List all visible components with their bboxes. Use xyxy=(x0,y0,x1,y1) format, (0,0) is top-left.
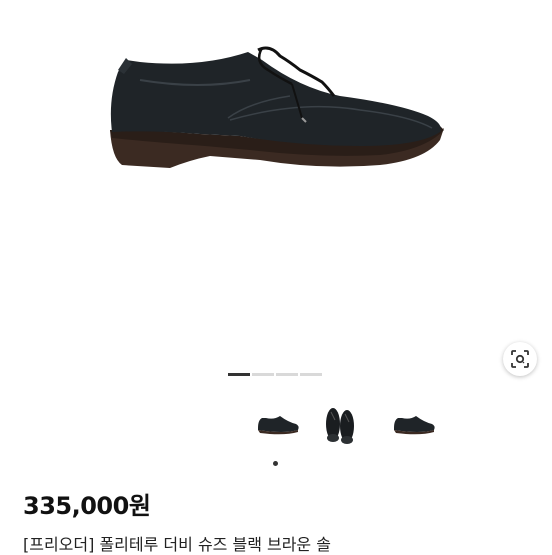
image-search-lens-icon xyxy=(511,350,529,368)
pager-dot-3[interactable] xyxy=(276,373,298,376)
product-title: [프리오더] 폴리테루 더비 슈즈 블랙 브라운 솔 xyxy=(23,535,331,554)
thumbnail-indicator-dot xyxy=(273,461,278,466)
shoe-side-thumbnail-2[interactable] xyxy=(390,406,440,446)
image-search-button[interactable] xyxy=(503,342,537,376)
image-pager xyxy=(228,373,322,376)
shoe-side-thumbnail[interactable] xyxy=(254,406,304,446)
thumbnail-strip xyxy=(240,396,450,456)
pager-dot-1[interactable] xyxy=(228,373,250,376)
pager-dot-2[interactable] xyxy=(252,373,274,376)
product-image[interactable] xyxy=(0,0,552,340)
product-price: 335,000원 xyxy=(23,492,151,520)
shoe-front-pair-thumbnail[interactable] xyxy=(320,402,360,450)
derby-shoe-image xyxy=(110,46,444,168)
pager-dot-4[interactable] xyxy=(300,373,322,376)
